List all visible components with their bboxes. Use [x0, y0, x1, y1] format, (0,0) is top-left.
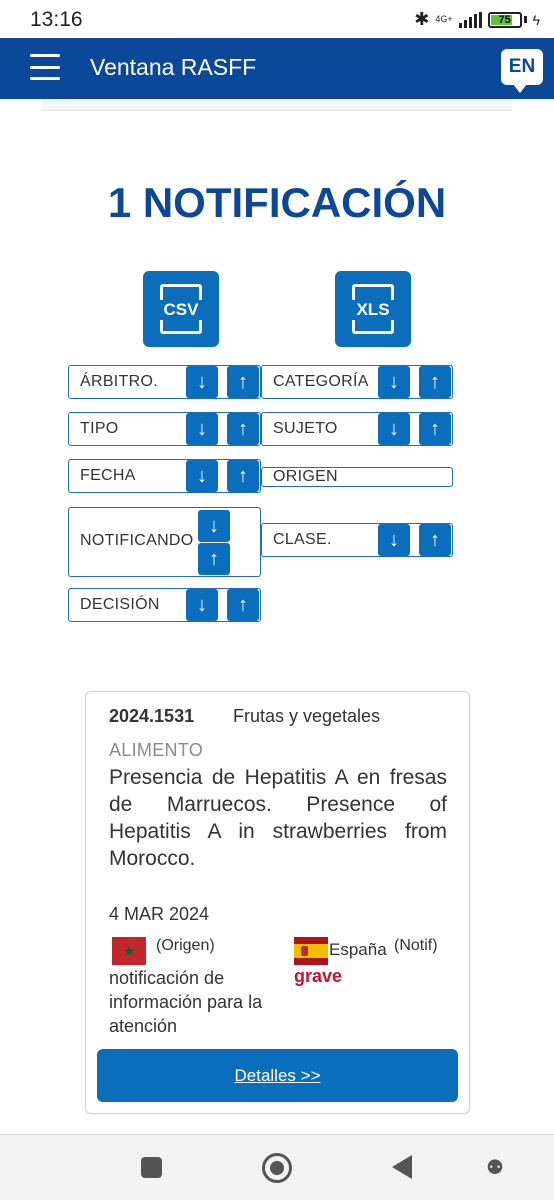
morocco-flag-icon: ★: [112, 937, 146, 965]
xls-label: XLS: [349, 300, 397, 320]
sort-field-sujeto: SUJETO ↓ ↑: [261, 412, 453, 446]
battery-icon: 75: [487, 11, 522, 28]
system-nav-bar: ⚉: [0, 1134, 554, 1200]
notification-type: ALIMENTO: [109, 740, 204, 760]
status-icons: ✱ 4G+ 75 ϟ: [414, 9, 540, 30]
xls-file-icon: XLS: [349, 284, 397, 334]
origin-label: (Origen): [156, 937, 215, 954]
recents-icon[interactable]: [141, 1157, 162, 1178]
status-time: 13:16: [30, 8, 83, 31]
sort-field-arbitro: ÁRBITRO. ↓ ↑: [68, 365, 261, 399]
back-icon[interactable]: [392, 1155, 412, 1179]
export-xls-button[interactable]: XLS: [335, 271, 411, 347]
sort-desc-arrow-icon[interactable]: ↓: [186, 460, 218, 492]
notification-classification: notificación de información para la aten…: [109, 968, 263, 1036]
sort-field-decision: DECISIÓN ↓ ↑: [68, 588, 261, 622]
charging-icon: ϟ: [532, 11, 540, 28]
notification-date: 4 MAR 2024: [109, 904, 210, 924]
sort-asc-arrow-icon[interactable]: ↑: [227, 413, 259, 445]
spain-flag-icon: [294, 937, 328, 965]
notification-reference: 2024.1531: [109, 706, 195, 726]
sort-desc-arrow-icon[interactable]: ↓: [378, 524, 410, 556]
notifying-label: (Notif): [394, 937, 438, 954]
sort-asc-arrow-icon[interactable]: ↑: [419, 524, 451, 556]
sort-field-origen: ORIGEN: [261, 467, 453, 487]
top-strip: [42, 99, 512, 111]
sort-field-clase: CLASE. ↓ ↑: [261, 523, 453, 557]
details-button[interactable]: Detalles >>: [97, 1049, 458, 1102]
csv-label: CSV: [157, 300, 205, 320]
bluetooth-icon: ✱: [414, 9, 430, 29]
results-count-title: 1 NOTIFICACIÓN: [107, 179, 447, 226]
accessibility-icon[interactable]: ⚉: [484, 1155, 506, 1181]
sort-desc-arrow-icon[interactable]: ↓: [186, 413, 218, 445]
notifying-country: España: [329, 940, 387, 959]
sort-asc-arrow-icon[interactable]: ↑: [198, 543, 230, 575]
sort-asc-arrow-icon[interactable]: ↑: [419, 413, 451, 445]
sort-label-sujeto: SUJETO: [273, 420, 338, 437]
page-content: 1 NOTIFICACIÓN CSV XLS ÁRBITRO. ↓ ↑ CATE…: [0, 99, 554, 1134]
sort-label-tipo: TIPO: [80, 420, 119, 437]
notification-subject: Presencia de Hepatitis A en fresas de Ma…: [109, 766, 447, 870]
export-csv-button[interactable]: CSV: [143, 271, 219, 347]
sort-desc-arrow-icon[interactable]: ↓: [186, 366, 218, 398]
app-title: Ventana RASFF: [90, 54, 257, 80]
sort-field-tipo: TIPO ↓ ↑: [68, 412, 261, 446]
hamburger-menu-icon[interactable]: [30, 54, 60, 80]
signal-icon: [458, 11, 482, 28]
sort-desc-arrow-icon[interactable]: ↓: [378, 366, 410, 398]
home-icon[interactable]: [262, 1153, 292, 1183]
notification-card: 2024.1531 Frutas y vegetales ALIMENTO Pr…: [85, 691, 470, 1114]
sort-label-decision: DECISIÓN: [80, 596, 160, 613]
sort-asc-arrow-icon[interactable]: ↑: [227, 589, 259, 621]
sort-asc-arrow-icon[interactable]: ↑: [419, 366, 451, 398]
csv-file-icon: CSV: [157, 284, 205, 334]
network-type-label: 4G+: [435, 14, 453, 24]
sort-desc-arrow-icon[interactable]: ↓: [378, 413, 410, 445]
risk-decision-badge: grave: [294, 966, 343, 986]
sort-label-categoria: CATEGORÍA: [273, 373, 369, 390]
app-bar: Ventana RASFF EN: [0, 38, 554, 99]
sort-label-fecha: FECHA: [80, 467, 136, 484]
sort-field-categoria: CATEGORÍA ↓ ↑: [261, 365, 453, 399]
sort-field-notificando: NOTIFICANDO ↓ ↑: [68, 507, 261, 577]
sort-label-arbitro: ÁRBITRO.: [80, 373, 158, 390]
notification-category: Frutas y vegetales: [233, 706, 381, 726]
language-button[interactable]: EN: [501, 49, 543, 93]
battery-level: 75: [498, 13, 511, 26]
sort-label-clase: CLASE.: [273, 531, 332, 548]
sort-label-origen: ORIGEN: [273, 468, 338, 485]
sort-asc-arrow-icon[interactable]: ↑: [227, 366, 259, 398]
status-bar: 13:16 ✱ 4G+ 75 ϟ: [0, 0, 554, 38]
sort-label-notificando: NOTIFICANDO: [80, 532, 194, 549]
sort-desc-arrow-icon[interactable]: ↓: [198, 510, 230, 542]
battery-tip: [523, 16, 527, 23]
sort-desc-arrow-icon[interactable]: ↓: [186, 589, 218, 621]
sort-field-fecha: FECHA ↓ ↑: [68, 459, 261, 493]
sort-asc-arrow-icon[interactable]: ↑: [227, 460, 259, 492]
